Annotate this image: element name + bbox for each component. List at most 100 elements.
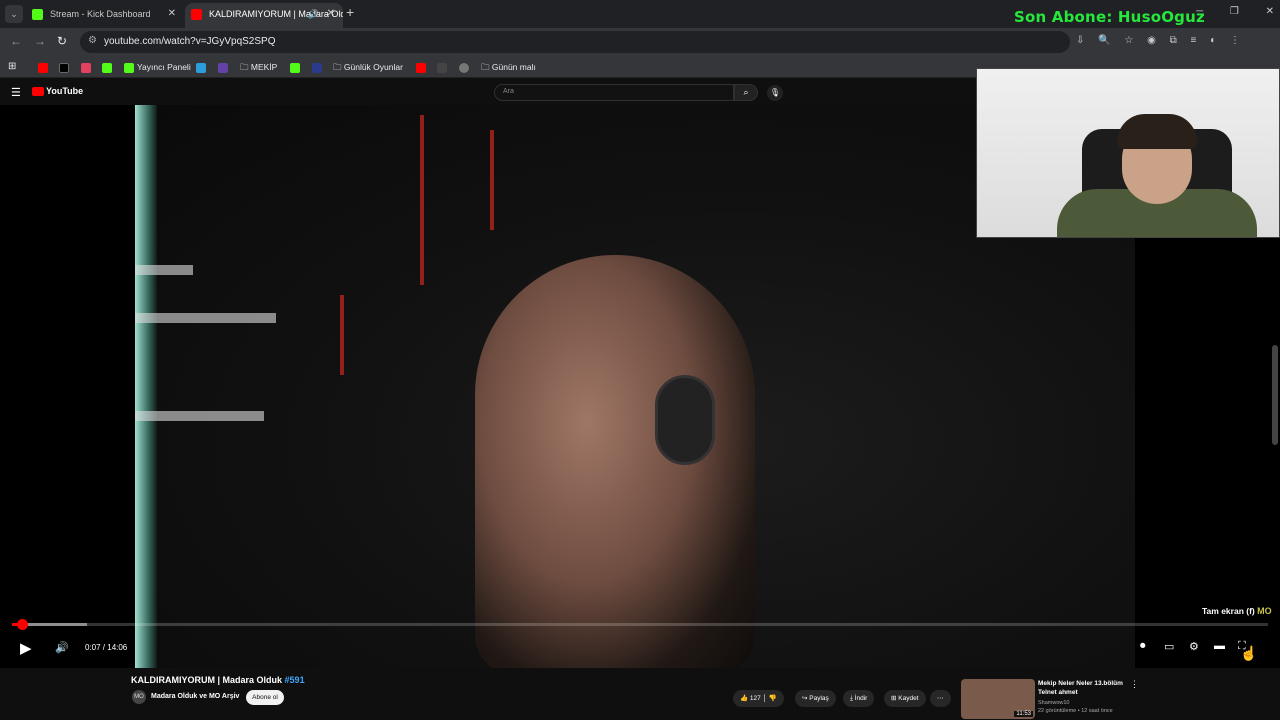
share-button[interactable]: ↪ Paylaş (795, 690, 836, 707)
close-tab-icon[interactable]: ✕ (327, 3, 335, 25)
channel-name[interactable]: Madara Olduk ve MO Arşiv (151, 693, 239, 700)
bookmark-chatgpt[interactable] (459, 60, 472, 74)
instagram-icon (81, 62, 91, 73)
youtube-play-icon (32, 87, 44, 97)
tab-youtube-video[interactable]: KALDIRAMIYORUM | Madara Olduk 🔊 ✕ (185, 3, 343, 28)
bookmark-kick-2[interactable] (290, 60, 303, 74)
volume-icon[interactable]: 🔊 (55, 641, 69, 654)
recommended-views: 22 görüntüleme • 12 saat önce (1038, 708, 1113, 714)
twitch-icon (218, 62, 228, 73)
recommended-meta: Shamwow10 22 görüntüleme • 12 saat önce (1038, 699, 1113, 715)
settings-icon[interactable]: ⚙ (1189, 640, 1199, 653)
download-label: İndir (854, 695, 868, 702)
video-glitch (135, 313, 276, 323)
logo-text: YouTube (46, 86, 84, 96)
video-light-streak (490, 130, 494, 230)
video-duration: 11:53 (1014, 711, 1033, 717)
address-bar[interactable]: ⚙ youtube.com/watch?v=JGyVpqS2SPQ (80, 31, 1070, 53)
mouse-cursor-icon: ☝ (1240, 645, 1258, 661)
page-scrollbar[interactable] (1272, 345, 1278, 445)
bookmark-twitch[interactable] (218, 60, 231, 74)
play-icon[interactable]: ▶ (20, 639, 32, 657)
back-icon[interactable]: ← (10, 34, 22, 48)
bookmark-app[interactable] (196, 60, 209, 74)
save-button[interactable]: ⊞ Kaydet (884, 690, 926, 707)
video-light-streak (340, 295, 344, 375)
video-info: KALDIRAMIYORUM | Madara Olduk #591 MO Ma… (0, 668, 1280, 720)
tooltip-text: Tam ekran (f) (1202, 606, 1255, 616)
apps-icon[interactable]: ⊞ (8, 60, 16, 74)
menu-icon[interactable]: ☰ (11, 86, 21, 99)
browser-toolbar: ← → ↻ ⚙ youtube.com/watch?v=JGyVpqS2SPQ … (0, 28, 1280, 56)
kick-icon (102, 62, 112, 73)
recommended-title[interactable]: Mekip Neler Neler 13.bölüm Telnet ahmet (1038, 679, 1128, 697)
channel-watermark: MO (1257, 606, 1272, 616)
bookmark-instagram[interactable] (81, 60, 94, 74)
search-input[interactable]: Ara (494, 84, 734, 101)
tab-search-button[interactable]: ⌄ (5, 5, 23, 23)
thumbs-down-icon[interactable]: 👎 (768, 695, 776, 702)
bookmark-folder-mekip[interactable]: 🗀 MEKİP (240, 60, 277, 74)
new-tab-button[interactable]: + (346, 4, 354, 20)
share-label: Paylaş (809, 695, 829, 702)
youtube-favicon-icon (191, 9, 202, 20)
progress-bar[interactable] (12, 619, 1268, 630)
kick-icon (124, 62, 134, 73)
channel-avatar[interactable]: MO (132, 690, 146, 704)
bookmark-youtube[interactable] (38, 60, 51, 74)
player-controls: ▶ 🔊 0:07 / 14:06 (0, 610, 1280, 668)
theater-mode-icon[interactable]: ▬ (1214, 640, 1225, 652)
bookmark-yayinci-paneli[interactable]: Yayıncı Paneli (124, 60, 191, 74)
close-tab-icon[interactable]: ✕ (168, 3, 176, 25)
speaker-icon[interactable]: 🔊 (308, 3, 319, 25)
recommended-thumbnail[interactable]: 11:53 (961, 679, 1035, 719)
like-button[interactable]: 👍 127 │ 👎 (733, 690, 784, 707)
search-button[interactable]: ⌕ (734, 84, 758, 101)
window-controls[interactable]: ─ ❐ ✕ (1196, 6, 1274, 17)
video-light-bar (135, 105, 157, 668)
save-label: Kaydet (898, 695, 919, 702)
browser-tab-bar: ⌄ Stream - Kick Dashboard ✕ KALDIRAMIYOR… (0, 0, 1280, 28)
site-info-icon[interactable]: ⚙ (88, 35, 97, 46)
search-icon: ⌕ (743, 87, 749, 97)
more-actions-button[interactable]: ⋯ (930, 690, 951, 707)
toolbar-icons[interactable]: ⇩ 🔍 ☆ ◉ ⧉ ≡ ◐ ⋮ (1076, 35, 1240, 46)
subscribe-button[interactable]: Abone ol (246, 690, 284, 705)
video-headphone (655, 375, 715, 465)
bookmark-folder-gunun-mali[interactable]: 🗀 Günün malı (481, 60, 536, 74)
kick-favicon-icon (32, 9, 43, 20)
subtitles-icon[interactable]: ▭ (1164, 640, 1174, 653)
recommended-channel[interactable]: Shamwow10 (1038, 700, 1070, 706)
forward-icon[interactable]: → (34, 34, 46, 48)
bookmark-youtube-2[interactable] (416, 60, 429, 74)
youtube-icon (416, 62, 426, 73)
bookmark-site[interactable] (312, 60, 325, 74)
video-light-streak (420, 115, 424, 285)
download-button[interactable]: ⤓ İndir (843, 690, 875, 707)
youtube-logo[interactable]: YouTube (32, 86, 84, 97)
site-icon (312, 62, 322, 73)
voice-search-icon[interactable]: 🎙 (767, 85, 783, 101)
reload-icon[interactable]: ↻ (57, 34, 67, 48)
like-count: 127 (749, 695, 761, 702)
url-text[interactable]: youtube.com/watch?v=JGyVpqS2SPQ (104, 36, 275, 47)
bookmark-kick[interactable] (102, 60, 115, 74)
tab-kick-dashboard[interactable]: Stream - Kick Dashboard ✕ (26, 3, 184, 28)
bookmark-label: Günlük Oyunlar (343, 62, 403, 72)
webcam-overlay (976, 68, 1280, 238)
recommended-menu-icon[interactable]: ⋮ (1130, 679, 1139, 690)
scrubber-handle[interactable] (17, 619, 29, 630)
bookmark-image[interactable] (437, 60, 450, 74)
bookmark-folder-gunluk-oyunlar[interactable]: 🗀 Günlük Oyunlar (333, 60, 403, 74)
fullscreen-tooltip: Tam ekran (f) MO (1202, 606, 1272, 616)
folder-icon: 🗀 (333, 62, 344, 72)
search-placeholder: Ara (503, 88, 514, 95)
time-display: 0:07 / 14:06 (85, 643, 128, 652)
video-person (475, 255, 755, 668)
bookmark-label: Yayıncı Paneli (137, 62, 191, 72)
autoplay-toggle-icon[interactable]: ⏺ (1140, 640, 1146, 653)
video-glitch (135, 265, 193, 275)
folder-icon: 🗀 (481, 62, 492, 72)
video-hashtag[interactable]: #591 (285, 675, 305, 685)
bookmark-x[interactable] (59, 60, 72, 74)
